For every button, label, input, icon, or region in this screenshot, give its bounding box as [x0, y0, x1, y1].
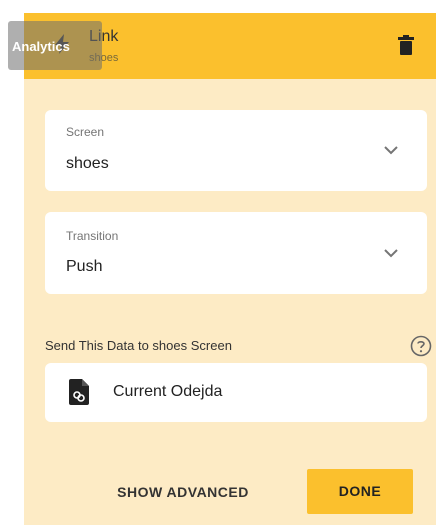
analytics-badge[interactable]: Analytics [8, 21, 102, 70]
done-button[interactable]: DONE [307, 469, 413, 514]
data-item[interactable]: Current Odejda [45, 363, 427, 422]
screen-select-label: Screen [66, 125, 105, 139]
linked-file-icon [69, 379, 89, 405]
screen-select-value: shoes [66, 155, 109, 172]
chevron-down-icon [384, 249, 398, 258]
analytics-label: Analytics [12, 39, 70, 54]
chevron-down-icon [384, 146, 398, 155]
transition-select-label: Transition [66, 229, 119, 243]
transition-select-value: Push [66, 258, 103, 275]
send-data-label: Send This Data to shoes Screen [45, 338, 232, 353]
transition-select[interactable]: Transition Push [45, 212, 427, 294]
show-advanced-button[interactable]: SHOW ADVANCED [93, 472, 273, 512]
trash-icon[interactable] [398, 35, 414, 55]
help-circle-icon[interactable] [410, 335, 432, 357]
data-item-value: Current Odejda [113, 383, 223, 400]
screen-select[interactable]: Screen shoes [45, 110, 427, 191]
